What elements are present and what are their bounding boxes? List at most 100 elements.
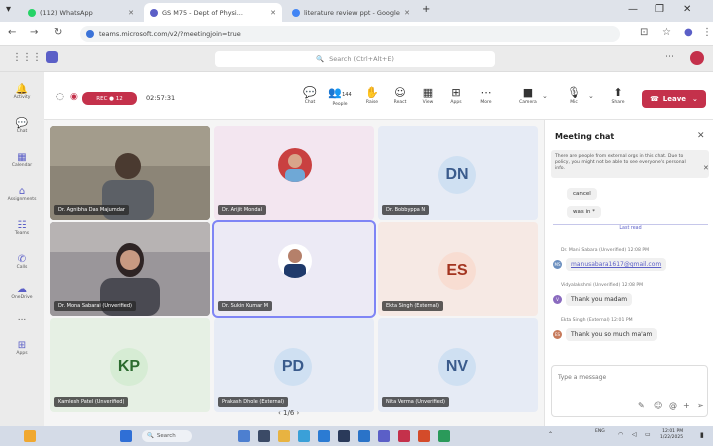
participant-name: Dr. Bobbyppa N xyxy=(382,205,430,215)
volume-icon[interactable]: ◁ xyxy=(632,431,637,438)
rail-item-more[interactable]: ... xyxy=(0,304,44,332)
toolbar-label: React xyxy=(393,100,407,105)
toolbar-react-button[interactable]: ☺ React xyxy=(386,86,414,114)
app-launcher-icon[interactable]: ⋮⋮⋮ xyxy=(12,52,42,63)
camera-options-chevron-icon[interactable]: ⌄ xyxy=(542,92,548,100)
participant-tile[interactable]: KP Kamlesh Patel (Unverified) xyxy=(50,318,210,412)
system-clock[interactable]: 12:01 PM 1/22/2025 xyxy=(660,429,683,441)
wifi-icon[interactable]: ◠ xyxy=(618,431,623,438)
teams-logo-icon xyxy=(46,51,58,63)
toolbar-camera-button[interactable]: ■ Camera xyxy=(514,86,542,114)
toolbar-mic-button[interactable]: 🎙 Mic xyxy=(560,86,588,114)
toolbar-apps-button[interactable]: ⊞ Apps xyxy=(442,86,470,114)
add-icon[interactable]: + xyxy=(683,401,690,410)
close-icon[interactable]: ✕ xyxy=(404,9,410,17)
chat-icon: 💬 xyxy=(303,86,317,99)
participant-tile[interactable]: Dr. Sukin Kumar M xyxy=(212,220,376,318)
office-icon[interactable] xyxy=(418,430,430,442)
teams-icon[interactable] xyxy=(378,430,390,442)
tab-search-icon[interactable]: ▾ xyxy=(6,4,11,15)
rail-label: Assignments xyxy=(7,197,37,202)
file-explorer-icon[interactable] xyxy=(278,430,290,442)
close-chat-icon[interactable]: ✕ xyxy=(697,131,705,141)
close-icon[interactable]: ✕ xyxy=(128,9,134,17)
participant-tile[interactable]: DN Dr. Bobbyppa N xyxy=(378,126,538,220)
message-input[interactable] xyxy=(558,374,698,381)
files-icon[interactable] xyxy=(258,430,270,442)
rail-item-chat[interactable]: 💬 Chat xyxy=(0,112,44,140)
rail-item-assignments[interactable]: ⌂ Assignments xyxy=(0,180,44,208)
next-page-icon[interactable]: › xyxy=(297,409,300,417)
mic-options-chevron-icon[interactable]: ⌄ xyxy=(588,92,594,100)
app-icon[interactable] xyxy=(398,430,410,442)
chrome-icon[interactable] xyxy=(318,430,330,442)
toolbar-people-button[interactable]: 👥144 People xyxy=(326,86,354,114)
maximize-icon[interactable]: ❐ xyxy=(655,4,664,15)
message-meta: Ekta Singh (External) 12:01 PM xyxy=(561,318,633,323)
participant-initials: DN xyxy=(438,156,476,194)
minimize-icon[interactable]: — xyxy=(628,4,638,15)
browser-icon[interactable] xyxy=(438,430,450,442)
start-icon[interactable] xyxy=(120,430,132,442)
gallery-pagination: ‹ 1/6 › xyxy=(278,409,299,417)
participant-tile[interactable]: Dr. Arijit Mondal xyxy=(214,126,374,220)
close-window-icon[interactable]: ✕ xyxy=(683,4,691,15)
bookmark-star-icon[interactable]: ☆ xyxy=(662,27,671,38)
emoji-icon[interactable]: ☺ xyxy=(654,401,662,410)
participant-tile[interactable]: Dr. Mona Sabarai (Unverified) xyxy=(50,222,210,316)
participant-tile[interactable]: ES Ekta Singh (External) xyxy=(378,222,538,316)
send-icon[interactable]: ➢ xyxy=(697,401,704,410)
toolbar-view-button[interactable]: ▦ View xyxy=(414,86,442,114)
edge-icon[interactable] xyxy=(298,430,310,442)
browser-tab-google[interactable]: literature review ppt - Google ✕ xyxy=(286,3,416,22)
meeting-info-icon[interactable]: ◌ xyxy=(56,92,64,102)
url-field[interactable]: teams.microsoft.com/v2/?meetingjoin=true xyxy=(80,26,620,42)
widgets-icon[interactable] xyxy=(24,430,36,442)
profile-icon[interactable]: ● xyxy=(684,27,693,38)
toolbar-chat-button[interactable]: 💬 Chat xyxy=(296,86,324,114)
participant-tile[interactable]: PD Prakash Dhole (External) xyxy=(214,318,374,412)
leave-button[interactable]: ☎ Leave ⌄ xyxy=(642,90,706,108)
close-icon[interactable]: ✕ xyxy=(270,9,276,17)
forward-icon[interactable]: → xyxy=(30,27,38,38)
reload-icon[interactable]: ↻ xyxy=(54,27,62,38)
task-view-icon[interactable] xyxy=(238,430,250,442)
format-icon[interactable]: ✎ xyxy=(638,401,645,410)
toolbar-raise-button[interactable]: ✋ Raise xyxy=(358,86,386,114)
search-input[interactable]: 🔍 Search (Ctrl+Alt+E) xyxy=(215,51,495,67)
email-link[interactable]: manusabara1617@gmail.com xyxy=(571,261,661,268)
rail-item-teams[interactable]: ☷ Teams xyxy=(0,214,44,242)
language-indicator[interactable]: ENG xyxy=(595,429,605,434)
browser-menu-icon[interactable]: ⋮ xyxy=(702,27,712,38)
rail-item-activity[interactable]: 🔔 Activity xyxy=(0,78,44,106)
participant-name: Dr. Agnibha Das Majumdar xyxy=(54,205,129,215)
participant-initials: PD xyxy=(274,348,312,386)
rail-item-apps[interactable]: ⊞ Apps xyxy=(0,334,44,362)
store-icon[interactable] xyxy=(338,430,350,442)
rail-item-onedrive[interactable]: ☁ OneDrive xyxy=(0,278,44,306)
back-icon[interactable]: ← xyxy=(8,27,16,38)
rail-item-calls[interactable]: ✆ Calls xyxy=(0,248,44,276)
new-tab-button[interactable]: + xyxy=(422,4,430,15)
site-info-icon[interactable] xyxy=(86,30,94,38)
dismiss-banner-icon[interactable]: ✕ xyxy=(703,164,709,172)
system-tray-chevron-icon[interactable]: ⌃ xyxy=(548,431,553,438)
more-options-icon[interactable]: ⋯ xyxy=(665,52,674,62)
toolbar-share-button[interactable]: ⬆ Share xyxy=(604,86,632,114)
participant-tile[interactable]: Dr. Agnibha Das Majumdar xyxy=(50,126,210,220)
outlook-icon[interactable] xyxy=(358,430,370,442)
notification-icon[interactable]: ▮ xyxy=(700,431,704,439)
avatar[interactable] xyxy=(690,51,704,65)
toolbar-more-button[interactable]: ⋯ More xyxy=(472,86,500,114)
participant-tile[interactable]: NV Nita Verma (Unverified) xyxy=(378,318,538,412)
extensions-icon[interactable]: ⊡ xyxy=(640,27,648,38)
taskbar-search[interactable]: 🔍 Search xyxy=(142,430,192,442)
attach-icon[interactable]: @ xyxy=(669,401,677,410)
avatar: V xyxy=(553,295,562,304)
battery-icon[interactable]: ▭ xyxy=(645,431,651,438)
browser-tab-teams[interactable]: GS M75 - Dept of Physi... ✕ xyxy=(144,3,282,22)
rail-item-calendar[interactable]: ▦ Calendar xyxy=(0,146,44,174)
browser-tab-whatsapp[interactable]: (112) WhatsApp ✕ xyxy=(22,3,140,22)
address-bar-row: ← → ↻ teams.microsoft.com/v2/?meetingjoi… xyxy=(0,22,713,46)
previous-page-icon[interactable]: ‹ xyxy=(278,409,281,417)
